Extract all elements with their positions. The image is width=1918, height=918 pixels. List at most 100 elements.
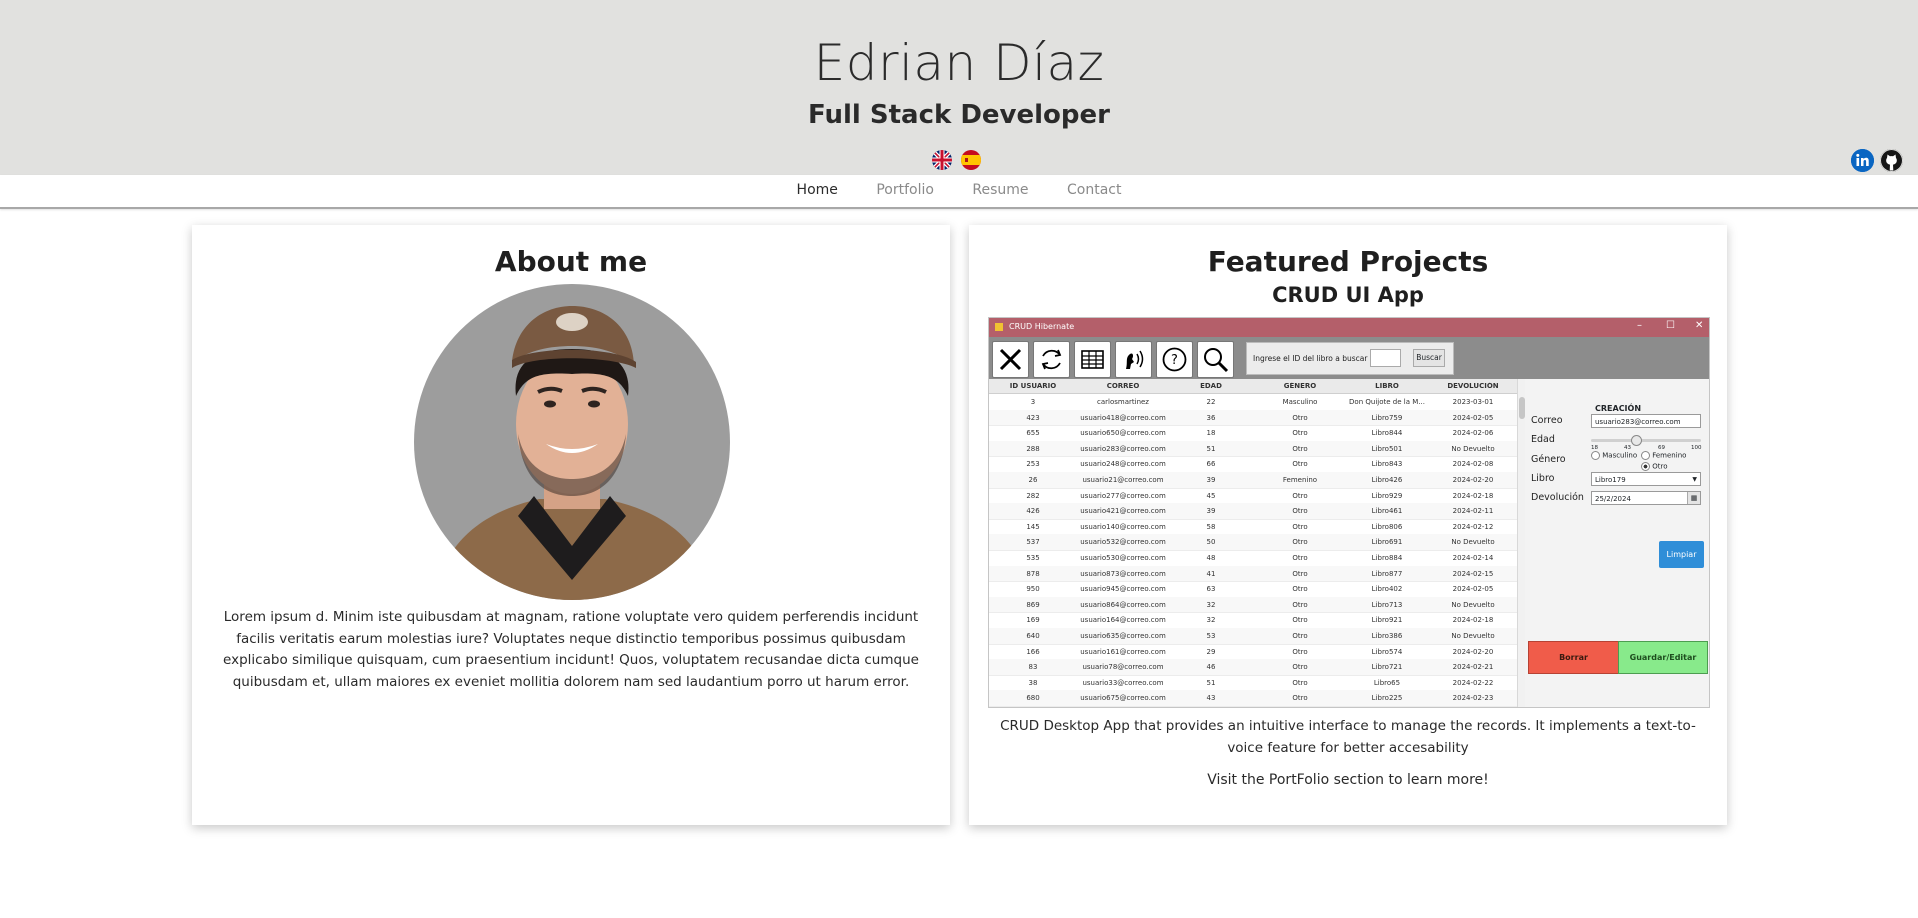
table-cell: Libro691 bbox=[1371, 538, 1403, 547]
table-column-header: ID USUARIO bbox=[1009, 382, 1057, 390]
spanish-flag-icon[interactable] bbox=[961, 150, 981, 170]
book-label: Libro bbox=[1531, 473, 1555, 484]
table-cell: Otro bbox=[1292, 554, 1308, 562]
form-heading: CREACIÓN bbox=[1595, 404, 1642, 413]
table-cell: 537 bbox=[1026, 538, 1040, 547]
gender-option: Femenino bbox=[1641, 451, 1686, 460]
table-cell: 2024-02-08 bbox=[1452, 460, 1494, 469]
github-icon[interactable] bbox=[1880, 149, 1903, 172]
table-cell: Libro574 bbox=[1371, 647, 1403, 656]
table-cell: Otro bbox=[1292, 600, 1308, 609]
table-cell: 2024-02-22 bbox=[1452, 678, 1494, 687]
table-cell: 32 bbox=[1206, 600, 1216, 609]
linkedin-icon[interactable] bbox=[1851, 149, 1874, 172]
about-card: About me Lorem ipsum d. Minim iste quibu… bbox=[192, 225, 950, 825]
project-screenshot[interactable]: CRUD Hibernate – ☐ ✕ ? Ingrese el ID del… bbox=[988, 317, 1710, 708]
table-cell: 680 bbox=[1026, 694, 1040, 703]
table-cell: usuario532@correo.com bbox=[1080, 538, 1166, 547]
table-cell: 950 bbox=[1026, 585, 1040, 594]
maximize-icon: ☐ bbox=[1666, 320, 1675, 331]
svg-text:?: ? bbox=[1171, 353, 1178, 368]
table-cell: 2024-02-23 bbox=[1452, 694, 1494, 703]
table-cell: 50 bbox=[1206, 538, 1216, 547]
return-date-field: 25/2/2024 ▦ bbox=[1591, 491, 1701, 505]
table-cell: Otro bbox=[1292, 491, 1308, 500]
table-cell: Femenino bbox=[1282, 476, 1318, 484]
table-cell: Otro bbox=[1292, 632, 1308, 640]
table-cell: 29 bbox=[1206, 647, 1216, 656]
table-row: 950 usuario945@correo.com 63 Otro Libro402 20… bbox=[989, 581, 1517, 598]
portfolio-link-text[interactable]: Visit the PortFolio section to learn mor… bbox=[969, 772, 1727, 788]
table-row: 38 usuario33@correo.com 51 Otro Libro65 2024-… bbox=[989, 675, 1517, 692]
table-row: 169 usuario164@correo.com 32 Otro Libro921 20… bbox=[989, 612, 1517, 629]
nav-item-resume[interactable]: Resume bbox=[972, 182, 1028, 198]
table-cell: 655 bbox=[1026, 429, 1040, 438]
table-cell: 39 bbox=[1206, 476, 1216, 484]
table-row: 282 usuario277@correo.com 45 Otro Libro929 20… bbox=[989, 488, 1517, 505]
table-row: 426 usuario421@correo.com 39 Otro Libro461 20… bbox=[989, 503, 1517, 520]
table-row: 145 usuario140@correo.com 58 Otro Libro806 20… bbox=[989, 519, 1517, 536]
table-cell: 2024-02-15 bbox=[1452, 569, 1494, 578]
table-row: 166 usuario161@correo.com 29 Otro Libro574 20… bbox=[989, 644, 1517, 661]
delete-button: Borrar bbox=[1528, 641, 1619, 674]
nav-item-portfolio[interactable]: Portfolio bbox=[876, 182, 934, 198]
clear-button: Limpiar bbox=[1659, 541, 1704, 568]
table-cell: usuario675@correo.com bbox=[1080, 694, 1166, 703]
table-cell: Libro402 bbox=[1371, 585, 1403, 594]
gender-label: Género bbox=[1531, 454, 1566, 465]
table-cell: 2024-02-06 bbox=[1452, 429, 1494, 438]
table-cell: usuario418@correo.com bbox=[1080, 413, 1166, 422]
table-cell: Libro386 bbox=[1371, 632, 1403, 640]
table-cell: Otro bbox=[1292, 460, 1308, 469]
table-cell: 2024-02-11 bbox=[1452, 507, 1494, 516]
about-title: About me bbox=[494, 245, 648, 278]
app-search-input bbox=[1370, 349, 1401, 367]
site-header: Edrian Díaz Full Stack Developer bbox=[0, 0, 1918, 175]
save-edit-button: Guardar/Editar bbox=[1618, 641, 1708, 674]
book-select-value: Libro179 bbox=[1595, 476, 1626, 484]
table-cell: 288 bbox=[1026, 444, 1040, 453]
table-cell: No Devuelto bbox=[1451, 444, 1495, 453]
window-close-icon: ✕ bbox=[1695, 320, 1704, 331]
about-description: Lorem ipsum d. Minim iste quibusdam at m… bbox=[223, 609, 919, 690]
table-row: 288 usuario283@correo.com 51 Otro Libro501 No… bbox=[989, 440, 1517, 458]
table-cell: Libro721 bbox=[1371, 663, 1403, 672]
help-icon: ? bbox=[1156, 341, 1193, 378]
table-cell: 2024-02-12 bbox=[1452, 522, 1494, 531]
table-row: 640 usuario635@correo.com 53 Otro Libro386 No… bbox=[989, 628, 1517, 645]
nav-item-contact[interactable]: Contact bbox=[1067, 182, 1121, 198]
voice-icon bbox=[1115, 341, 1152, 378]
table-cell: 535 bbox=[1026, 554, 1040, 562]
table-cell: usuario530@correo.com bbox=[1080, 554, 1166, 562]
table-row: 537 usuario532@correo.com 50 Otro Libro691 No… bbox=[989, 534, 1517, 551]
age-slider: 18 43 69 100 bbox=[1591, 435, 1702, 451]
table-cell: 2024-02-05 bbox=[1452, 585, 1494, 594]
table-cell: usuario248@correo.com bbox=[1080, 460, 1166, 469]
table-column-header: CORREO bbox=[1106, 382, 1140, 390]
nav-item-home[interactable]: Home bbox=[797, 182, 838, 198]
projects-title: Featured Projects bbox=[1207, 245, 1489, 278]
table-cell: usuario164@correo.com bbox=[1080, 616, 1166, 625]
table-cell: carlosmartinez bbox=[1097, 398, 1149, 406]
table-cell: 66 bbox=[1206, 460, 1216, 469]
table-cell: Otro bbox=[1292, 444, 1308, 453]
table-cell: Libro461 bbox=[1371, 507, 1403, 516]
table-cell: Otro bbox=[1292, 663, 1308, 672]
table-cell: 26 bbox=[1028, 476, 1038, 484]
table-cell: 51 bbox=[1206, 678, 1216, 687]
table-cell: Libro713 bbox=[1371, 600, 1403, 609]
table-cell: 2024-02-14 bbox=[1452, 554, 1494, 562]
table-cell: 45 bbox=[1206, 491, 1216, 500]
table-cell: 2024-02-20 bbox=[1452, 647, 1494, 656]
table-cell: Libro921 bbox=[1371, 616, 1403, 625]
table-cell: 2024-02-18 bbox=[1452, 491, 1494, 500]
english-flag-icon[interactable] bbox=[932, 150, 952, 170]
table-cell: usuario421@correo.com bbox=[1080, 507, 1166, 516]
chevron-down-icon: ▼ bbox=[1692, 476, 1697, 483]
app-toolbar: ? Ingrese el ID del libro a buscar Busca… bbox=[989, 337, 1709, 379]
table-cell: No Devuelto bbox=[1451, 600, 1495, 609]
table-cell: Otro bbox=[1292, 413, 1308, 422]
table-row: 3 carlosmartinez 22 Masculino Don Quijote de… bbox=[989, 394, 1517, 411]
table-cell: 48 bbox=[1206, 554, 1216, 562]
table-row: 26 usuario21@correo.com 39 Femenino Libro426… bbox=[989, 472, 1517, 489]
